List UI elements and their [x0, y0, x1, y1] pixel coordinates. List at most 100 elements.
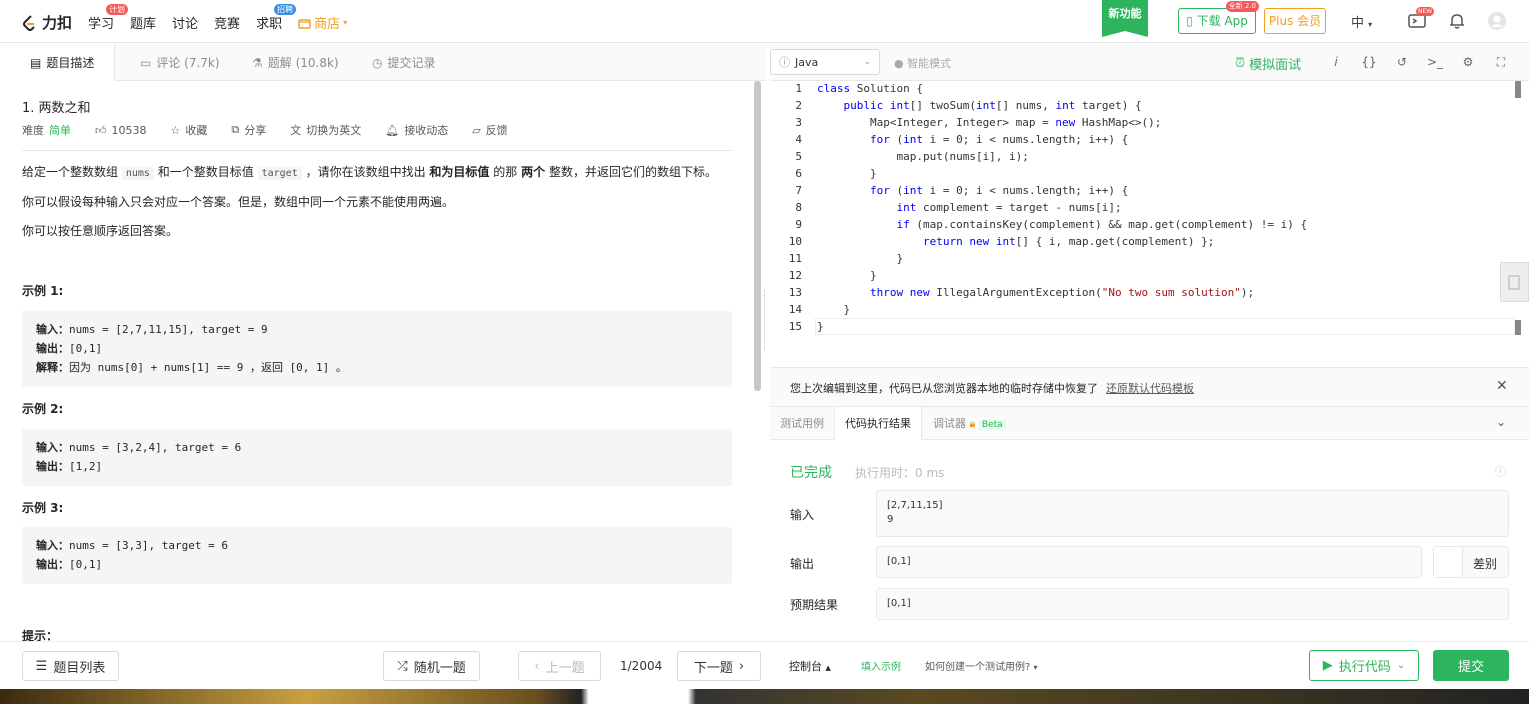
- new-feature-ribbon[interactable]: 新功能: [1102, 0, 1148, 37]
- statement-text: 的那: [493, 165, 518, 179]
- howto-testcase-link[interactable]: 如何创建一个测试用例? ▾: [925, 658, 1038, 673]
- input-label: 输入：: [36, 539, 69, 552]
- nav-learn[interactable]: 学习 计划: [88, 4, 129, 32]
- favorite-button[interactable]: ☆ 收藏: [171, 122, 208, 138]
- example-2-label: 示例 2:: [22, 402, 64, 416]
- nav-discuss[interactable]: 讨论: [172, 13, 198, 32]
- explain-label: 解释：: [36, 361, 69, 374]
- problem-list-label: 题目列表: [53, 660, 106, 676]
- diff-toggle[interactable]: 差别: [1433, 546, 1509, 578]
- tab-solutions[interactable]: ⚗ 题解 (10.8k): [252, 44, 339, 81]
- chevron-down-icon: ▾: [343, 18, 348, 27]
- example-1-box: 输入：nums = [2,7,11,15], target = 9 输出：[0,…: [22, 311, 732, 387]
- language-select[interactable]: ⓘ Java ⌄: [770, 49, 880, 75]
- code-line: }: [817, 167, 877, 180]
- prev-button[interactable]: ‹ 上一题: [518, 651, 601, 681]
- info-i-icon[interactable]: i: [1328, 54, 1344, 70]
- inline-code: target: [257, 167, 302, 180]
- playground-icon[interactable]: NEW: [1407, 7, 1435, 31]
- code-line: }: [817, 320, 824, 333]
- code-line: public int[] twoSum(int[] nums, int targ…: [843, 99, 1142, 112]
- tab-comments-label: 评论 (7.7k): [156, 55, 220, 70]
- problem-meta: 难度 简单 👍︎ 10538 ☆ 收藏 ⧉ 分享 文 切换为英文 🔔︎ 接收动态…: [22, 122, 532, 138]
- language-value: Java: [795, 55, 819, 69]
- subscribe-label: 接收动态: [404, 124, 449, 137]
- star-icon: ☆: [170, 123, 181, 137]
- code-line: for (int i = 0; i < nums.length; i++) {: [869, 133, 1129, 146]
- nav-shop-label: 商店: [314, 17, 341, 32]
- panel-splitter[interactable]: [764, 290, 768, 350]
- share-button[interactable]: ⧉ 分享: [231, 122, 266, 138]
- example-1-label: 示例 1:: [22, 284, 64, 298]
- statement-paragraph-3: 你可以按任意顺序返回答案。: [22, 224, 179, 238]
- chevron-down-icon[interactable]: ⌄: [1496, 415, 1506, 429]
- tab-comments[interactable]: ▭ 评论 (7.7k): [140, 44, 220, 81]
- restore-default-link[interactable]: 还原默认代码模板: [1106, 382, 1194, 395]
- left-tabs: ▤ 题目描述 ▭ 评论 (7.7k) ⚗ 题解 (10.8k) ◷ 提交记录: [0, 44, 766, 81]
- console-toggle[interactable]: 控制台 ▲: [789, 658, 831, 674]
- mock-interview-button[interactable]: ⏰︎ 模拟面试: [1235, 54, 1301, 73]
- tab-description[interactable]: ▤ 题目描述: [0, 44, 115, 81]
- download-tag: 全新 2.0: [1225, 1, 1259, 12]
- fullscreen-icon[interactable]: ⛶: [1493, 54, 1509, 70]
- terminal-icon[interactable]: >_: [1427, 54, 1443, 70]
- shuffle-icon: ⤮: [397, 658, 408, 674]
- line-number: 2: [795, 99, 802, 112]
- nav-contest[interactable]: 竞赛: [214, 13, 240, 32]
- statement-text: 和一个整数目标值: [157, 165, 254, 179]
- tab-debugger[interactable]: 调试器 🔒︎ Beta: [923, 407, 1016, 441]
- code-line: map.put(nums[i], i);: [817, 150, 1029, 163]
- example-input: nums = [3,3], target = 6: [69, 539, 228, 552]
- avatar[interactable]: [1487, 11, 1507, 31]
- nav-jobs[interactable]: 求职 招聘: [256, 4, 297, 32]
- smart-mode-label: 智能模式: [907, 57, 952, 70]
- problem-list-button[interactable]: ☰ 题目列表: [22, 651, 119, 681]
- input-box: [2,7,11,15] 9: [876, 490, 1509, 537]
- editor-scroll-marker: [1515, 81, 1521, 98]
- tab-testcase[interactable]: 测试用例: [770, 407, 834, 441]
- feedback-button[interactable]: ▱ 反馈: [472, 122, 507, 138]
- braces-icon[interactable]: {}: [1361, 54, 1377, 70]
- smart-mode-toggle[interactable]: ● 智能模式: [894, 55, 951, 71]
- language-switch[interactable]: 中 ▾: [1351, 12, 1372, 31]
- list-icon: ☰: [35, 658, 48, 674]
- help-icon[interactable]: ⓘ: [1495, 463, 1506, 479]
- next-label: 下一题: [693, 660, 733, 676]
- nav-shop[interactable]: 商店 ▾: [298, 13, 347, 32]
- download-app-button[interactable]: ▯ 下载 App 全新 2.0: [1178, 1, 1259, 34]
- like-count: 10538: [111, 123, 147, 137]
- phone-icon: ▯: [1186, 14, 1193, 28]
- alarm-icon: ⏰︎: [1235, 56, 1246, 71]
- nav-problems[interactable]: 题库: [130, 13, 156, 32]
- side-float-button[interactable]: [1500, 262, 1529, 302]
- subscribe-button[interactable]: 🔔︎ 接收动态: [385, 122, 448, 138]
- switch-english-button[interactable]: 文 切换为英文: [290, 122, 361, 138]
- code-editor[interactable]: 1 2 3 4 5 6 7 8 9 10 11 12 13 14 15 class Solution { p…: [770, 81, 1529, 367]
- run-code-button[interactable]: ▶ 执行代码 ⌄: [1309, 650, 1419, 681]
- random-button[interactable]: ⤮ 随机一题: [383, 651, 480, 681]
- favorite-label: 收藏: [185, 124, 208, 137]
- tab-submissions[interactable]: ◷ 提交记录: [372, 44, 436, 81]
- next-button[interactable]: 下一题 ›: [677, 651, 761, 681]
- settings-icon[interactable]: ⚙: [1460, 54, 1476, 70]
- submit-button[interactable]: 提交: [1433, 650, 1509, 681]
- statement-text: ，请你在该数组中找出: [305, 165, 426, 179]
- share-icon: ⧉: [231, 123, 240, 136]
- like-button[interactable]: 👍︎ 10538: [95, 124, 147, 137]
- reset-icon[interactable]: ↺: [1394, 54, 1410, 70]
- run-time: 执行用时：0 ms: [855, 466, 945, 480]
- dot-icon: ●: [894, 57, 904, 70]
- plus-member-button[interactable]: Plus 会员: [1264, 8, 1326, 34]
- tab-run-result[interactable]: 代码执行结果: [834, 407, 922, 441]
- description-icon: ▤: [30, 55, 42, 70]
- description-scrollbar[interactable]: [754, 81, 761, 391]
- bell-icon[interactable]: [1447, 11, 1467, 31]
- close-icon[interactable]: ✕: [1496, 378, 1508, 394]
- example-input: nums = [3,2,4], target = 6: [69, 441, 242, 454]
- line-number: 1: [795, 82, 802, 95]
- problem-statement: 给定一个整数数组 nums 和一个整数目标值 target ，请你在该数组中找出…: [22, 163, 717, 183]
- toggle-knob: [1434, 547, 1463, 577]
- fill-example-link[interactable]: 填入示例: [861, 658, 901, 673]
- logo[interactable]: 力扣: [22, 12, 72, 33]
- example-2-box: 输入：nums = [3,2,4], target = 6 输出：[1,2]: [22, 429, 732, 486]
